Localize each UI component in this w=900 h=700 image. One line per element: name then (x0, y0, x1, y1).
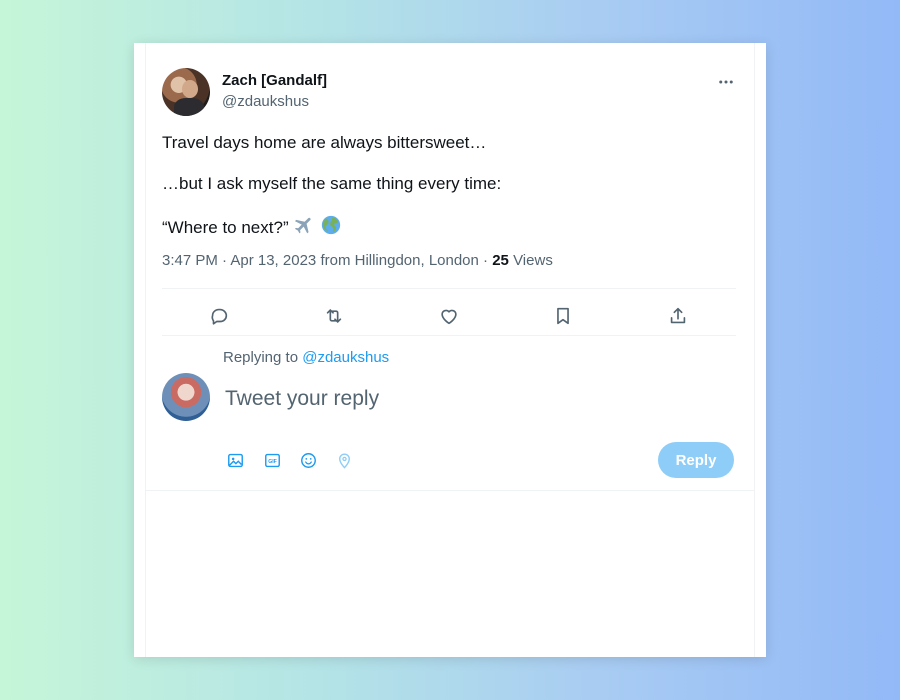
user-avatar[interactable] (162, 373, 210, 421)
views-label: Views (513, 252, 553, 269)
divider (162, 335, 736, 336)
author-avatar[interactable] (162, 68, 210, 116)
author-display-name[interactable]: Zach [Gandalf] (222, 72, 327, 89)
reply-icon (211, 308, 228, 325)
replying-to-mention[interactable]: @zdaukshus (302, 349, 389, 366)
column-border-left (145, 43, 146, 657)
image-icon (227, 453, 243, 467)
avatar-shirt (174, 98, 204, 116)
avatar-face (182, 80, 198, 98)
location-icon (338, 453, 350, 469)
reply-button[interactable] (202, 299, 236, 333)
share-button[interactable] (661, 299, 695, 333)
more-icon (719, 80, 733, 84)
column-border-right (754, 43, 755, 657)
tweet-text-line: “Where to next?” (162, 214, 342, 241)
emoji-icon (300, 452, 316, 468)
tweet-text: “Where to next?” (162, 218, 289, 237)
more-options-button[interactable] (714, 70, 738, 94)
emoji-button[interactable] (297, 449, 319, 471)
meta-separator: · (483, 252, 489, 269)
like-button[interactable] (432, 299, 466, 333)
divider (162, 288, 736, 289)
tweet-timestamp[interactable]: 3:47 PM · Apr 13, 2023 (162, 252, 316, 269)
views-count: 25 (492, 252, 509, 269)
tweet-text-line: Travel days home are always bittersweet… (162, 133, 487, 152)
replying-to: Replying to @zdaukshus (223, 349, 389, 366)
tweet-card: Zach [Gandalf] @zdaukshus Travel days ho… (134, 43, 766, 657)
retweet-button[interactable] (317, 299, 351, 333)
tweet-text-line: …but I ask myself the same thing every t… (162, 174, 502, 193)
location-button[interactable] (333, 449, 355, 471)
like-icon (441, 309, 457, 325)
author-handle[interactable]: @zdaukshus (222, 93, 309, 110)
tweet-location[interactable]: from Hillingdon, London (320, 252, 478, 269)
bookmark-icon (557, 307, 569, 325)
bookmark-button[interactable] (546, 299, 580, 333)
tweet-meta: 3:47 PM · Apr 13, 2023 from Hillingdon, … (162, 252, 553, 269)
divider (146, 490, 754, 491)
reply-input[interactable]: Tweet your reply (225, 387, 379, 411)
replying-prefix: Replying to (223, 349, 299, 366)
gif-icon: GIF (264, 453, 280, 467)
svg-text:GIF: GIF (268, 458, 277, 464)
reply-submit-button[interactable]: Reply (658, 442, 734, 478)
media-button[interactable] (224, 449, 246, 471)
airplane-emoji (293, 214, 315, 241)
gif-button[interactable]: GIF (261, 449, 283, 471)
share-icon (670, 307, 686, 324)
retweet-icon (326, 309, 342, 323)
globe-emoji (320, 214, 342, 241)
